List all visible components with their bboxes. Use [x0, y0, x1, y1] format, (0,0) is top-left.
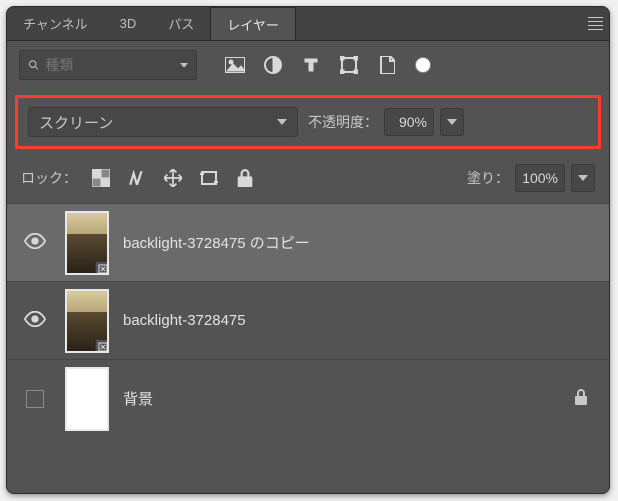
tab-paths[interactable]: パス	[152, 7, 210, 40]
visibility-empty-box[interactable]	[26, 390, 44, 408]
chevron-down-icon	[277, 119, 287, 125]
opacity-chevron[interactable]	[440, 108, 464, 136]
filter-shape-icon[interactable]	[339, 55, 359, 75]
visibility-eye-icon[interactable]	[24, 311, 46, 330]
lock-all-icon[interactable]	[235, 168, 255, 188]
layer-name[interactable]: backlight-3728475 のコピー	[123, 232, 310, 253]
blend-opacity-row-highlight: スクリーン 不透明度：	[15, 95, 601, 149]
layer-row[interactable]: backlight-3728475	[7, 281, 609, 359]
lock-label: ロック：	[21, 168, 77, 188]
layer-thumbnail[interactable]	[65, 211, 109, 275]
panel-tabbar: チャンネル 3D パス レイヤー	[7, 7, 609, 41]
fill-label: 塗り：	[467, 168, 509, 188]
lock-transparency-icon[interactable]	[91, 168, 111, 188]
fill-chevron[interactable]	[571, 164, 595, 192]
opacity-group: 不透明度：	[308, 108, 464, 136]
lock-row: ロック： 塗り：	[7, 159, 609, 197]
layer-thumbnail[interactable]	[65, 289, 109, 353]
filter-pixel-icon[interactable]	[225, 55, 245, 75]
tab-channels[interactable]: チャンネル	[7, 7, 104, 40]
chevron-down-icon	[578, 175, 588, 181]
opacity-field[interactable]	[384, 108, 434, 136]
layer-thumbnail[interactable]	[65, 367, 109, 431]
filter-type-icons	[225, 55, 431, 75]
filter-color-dot[interactable]	[415, 57, 431, 73]
opacity-input[interactable]	[385, 114, 433, 130]
lock-image-icon[interactable]	[127, 168, 147, 188]
layer-name[interactable]: backlight-3728475	[123, 312, 246, 329]
filter-search[interactable]	[19, 50, 197, 80]
lock-icon	[573, 389, 589, 408]
filter-row	[7, 41, 609, 89]
tab-3d[interactable]: 3D	[104, 7, 153, 40]
layers-panel: チャンネル 3D パス レイヤー	[6, 6, 610, 494]
layer-name[interactable]: 背景	[123, 388, 153, 409]
fill-input[interactable]	[516, 170, 564, 186]
search-icon	[28, 58, 39, 72]
blend-mode-value: スクリーン	[39, 112, 113, 133]
panel-menu-icon[interactable]	[581, 7, 609, 41]
layer-row[interactable]: backlight-3728475 のコピー	[7, 203, 609, 281]
layers-list: backlight-3728475 のコピー backlight-3728475…	[7, 203, 609, 437]
fill-group: 塗り：	[467, 164, 595, 192]
tab-layers[interactable]: レイヤー	[210, 7, 296, 40]
filter-smartobject-icon[interactable]	[377, 55, 397, 75]
filter-input[interactable]	[45, 57, 174, 73]
layer-row[interactable]: 背景	[7, 359, 609, 437]
filter-adjustment-icon[interactable]	[263, 55, 283, 75]
chevron-down-icon	[447, 119, 457, 125]
smartobject-badge-icon	[95, 261, 109, 275]
filter-text-icon[interactable]	[301, 55, 321, 75]
fill-field[interactable]	[515, 164, 565, 192]
lock-icons	[91, 168, 255, 188]
lock-position-icon[interactable]	[163, 168, 183, 188]
chevron-down-icon[interactable]	[180, 63, 188, 68]
blend-mode-select[interactable]: スクリーン	[28, 107, 298, 137]
smartobject-badge-icon	[95, 339, 109, 353]
lock-artboard-icon[interactable]	[199, 168, 219, 188]
opacity-label: 不透明度：	[308, 112, 378, 132]
visibility-eye-icon[interactable]	[24, 233, 46, 252]
